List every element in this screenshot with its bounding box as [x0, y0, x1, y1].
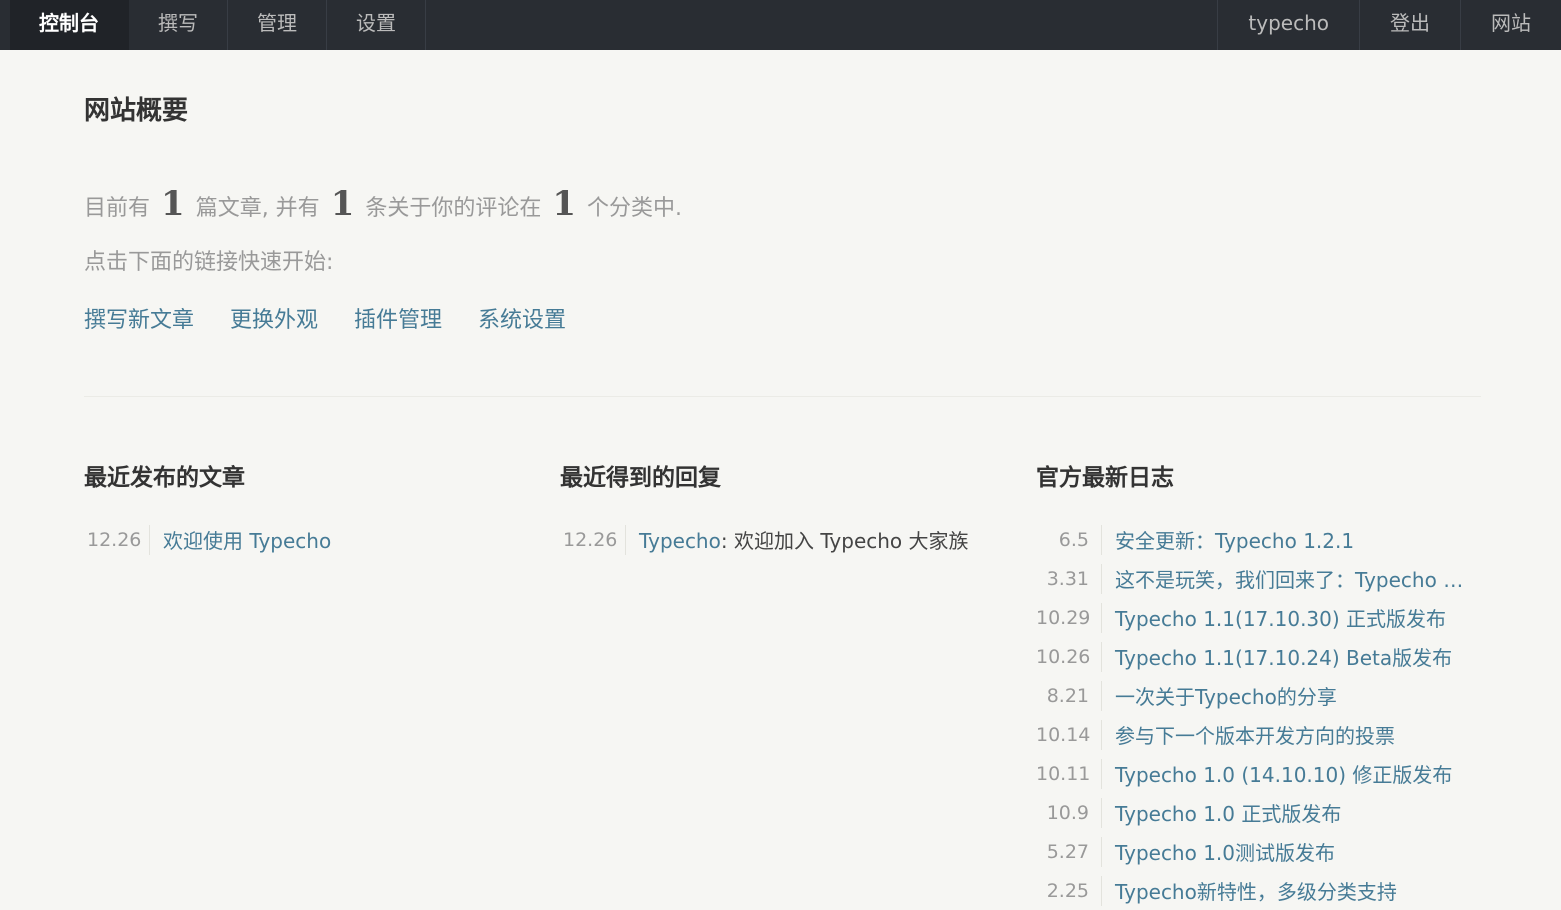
log-date: 5.27 — [1036, 836, 1102, 867]
log-date: 10.26 — [1036, 641, 1102, 672]
summary-text-3: 条关于你的评论在 — [365, 196, 542, 221]
divider — [84, 396, 1481, 397]
post-title-link[interactable]: 欢迎使用 Typecho — [150, 525, 331, 554]
official-log-section: 官方最新日志 6.5 安全更新：Typecho 1.2.1 3.31 这不是玩笑… — [1036, 458, 1481, 910]
list-item: 8.21 一次关于Typecho的分享 — [1036, 676, 1481, 715]
nav-manage[interactable]: 管理 — [228, 0, 327, 50]
nav-right: typecho 登出 网站 — [1217, 0, 1561, 50]
log-date: 8.21 — [1036, 680, 1102, 711]
nav-logout[interactable]: 登出 — [1359, 0, 1460, 50]
recent-posts-section: 最近发布的文章 12.26 欢迎使用 Typecho — [84, 458, 524, 559]
log-date: 10.29 — [1036, 602, 1102, 633]
comment-link[interactable]: Typecho: 欢迎加入 Typecho 大家族 — [626, 525, 969, 554]
log-date: 10.9 — [1036, 797, 1102, 828]
log-title-link[interactable]: 一次关于Typecho的分享 — [1102, 681, 1337, 710]
quick-start-tip: 点击下面的链接快速开始: — [84, 250, 334, 275]
nav-site[interactable]: 网站 — [1460, 0, 1561, 50]
category-count: 1 — [552, 184, 577, 224]
summary-text-1: 目前有 — [84, 196, 151, 221]
list-item: 10.14 参与下一个版本开发方向的投票 — [1036, 715, 1481, 754]
log-date: 2.25 — [1036, 875, 1102, 906]
log-title-link[interactable]: Typecho 1.0 (14.10.10) 修正版发布 — [1102, 759, 1452, 788]
official-log-title: 官方最新日志 — [1036, 465, 1174, 491]
comment-author[interactable]: Typecho — [639, 529, 721, 553]
nav-settings[interactable]: 设置 — [327, 0, 426, 50]
log-title-link[interactable]: 安全更新：Typecho 1.2.1 — [1102, 525, 1354, 554]
recent-comments-section: 最近得到的回复 12.26 Typecho: 欢迎加入 Typecho 大家族 — [560, 458, 1000, 559]
comment-text[interactable]: 欢迎加入 Typecho 大家族 — [734, 529, 969, 553]
list-item: 6.5 安全更新：Typecho 1.2.1 — [1036, 520, 1481, 559]
list-item: 12.26 欢迎使用 Typecho — [84, 520, 524, 559]
list-item: 12.26 Typecho: 欢迎加入 Typecho 大家族 — [560, 520, 1000, 559]
write-post-link[interactable]: 撰写新文章 — [84, 302, 194, 334]
nav-left: 控制台 撰写 管理 设置 — [0, 0, 426, 50]
log-date: 10.14 — [1036, 719, 1102, 750]
post-date: 12.26 — [84, 524, 150, 555]
comment-date: 12.26 — [560, 524, 626, 555]
quick-links: 撰写新文章 更换外观 插件管理 系统设置 — [84, 302, 566, 334]
log-title-link[interactable]: Typecho 1.1(17.10.30) 正式版发布 — [1102, 603, 1446, 632]
log-title-link[interactable]: 参与下一个版本开发方向的投票 — [1102, 720, 1395, 749]
nav-dashboard[interactable]: 控制台 — [10, 0, 129, 50]
list-item: 10.29 Typecho 1.1(17.10.30) 正式版发布 — [1036, 598, 1481, 637]
plugin-manage-link[interactable]: 插件管理 — [354, 302, 442, 334]
nav-write[interactable]: 撰写 — [129, 0, 228, 50]
site-summary: 目前有 1 篇文章, 并有 1 条关于你的评论在 1 个分类中. — [84, 184, 682, 224]
log-title-link[interactable]: 这不是玩笑，我们回来了：Typecho … — [1102, 564, 1463, 593]
list-item: 10.26 Typecho 1.1(17.10.24) Beta版发布 — [1036, 637, 1481, 676]
summary-text-2: 篇文章, 并有 — [195, 196, 320, 221]
log-date: 3.31 — [1036, 563, 1102, 594]
log-title-link[interactable]: Typecho 1.0测试版发布 — [1102, 837, 1335, 866]
list-item: 10.9 Typecho 1.0 正式版发布 — [1036, 793, 1481, 832]
recent-posts-title: 最近发布的文章 — [84, 465, 245, 491]
change-theme-link[interactable]: 更换外观 — [230, 302, 318, 334]
summary-text-4: 个分类中. — [587, 196, 683, 221]
log-title-link[interactable]: Typecho 1.1(17.10.24) Beta版发布 — [1102, 642, 1452, 671]
list-item: 5.27 Typecho 1.0测试版发布 — [1036, 832, 1481, 871]
log-date: 6.5 — [1036, 524, 1102, 555]
nav-user-profile[interactable]: typecho — [1217, 0, 1359, 50]
system-settings-link[interactable]: 系统设置 — [478, 302, 566, 334]
list-item: 2.25 Typecho新特性，多级分类支持 — [1036, 871, 1481, 910]
log-title-link[interactable]: Typecho 1.0 正式版发布 — [1102, 798, 1341, 827]
log-date: 10.11 — [1036, 758, 1102, 789]
list-item: 3.31 这不是玩笑，我们回来了：Typecho … — [1036, 559, 1481, 598]
post-count: 1 — [161, 184, 185, 224]
list-item: 10.11 Typecho 1.0 (14.10.10) 修正版发布 — [1036, 754, 1481, 793]
log-title-link[interactable]: Typecho新特性，多级分类支持 — [1102, 876, 1397, 905]
top-navbar: 控制台 撰写 管理 设置 typecho 登出 网站 — [0, 0, 1561, 50]
comment-count: 1 — [330, 184, 355, 224]
comment-separator: : — [720, 529, 728, 553]
recent-comments-title: 最近得到的回复 — [560, 465, 721, 491]
page-title: 网站概要 — [84, 96, 189, 126]
